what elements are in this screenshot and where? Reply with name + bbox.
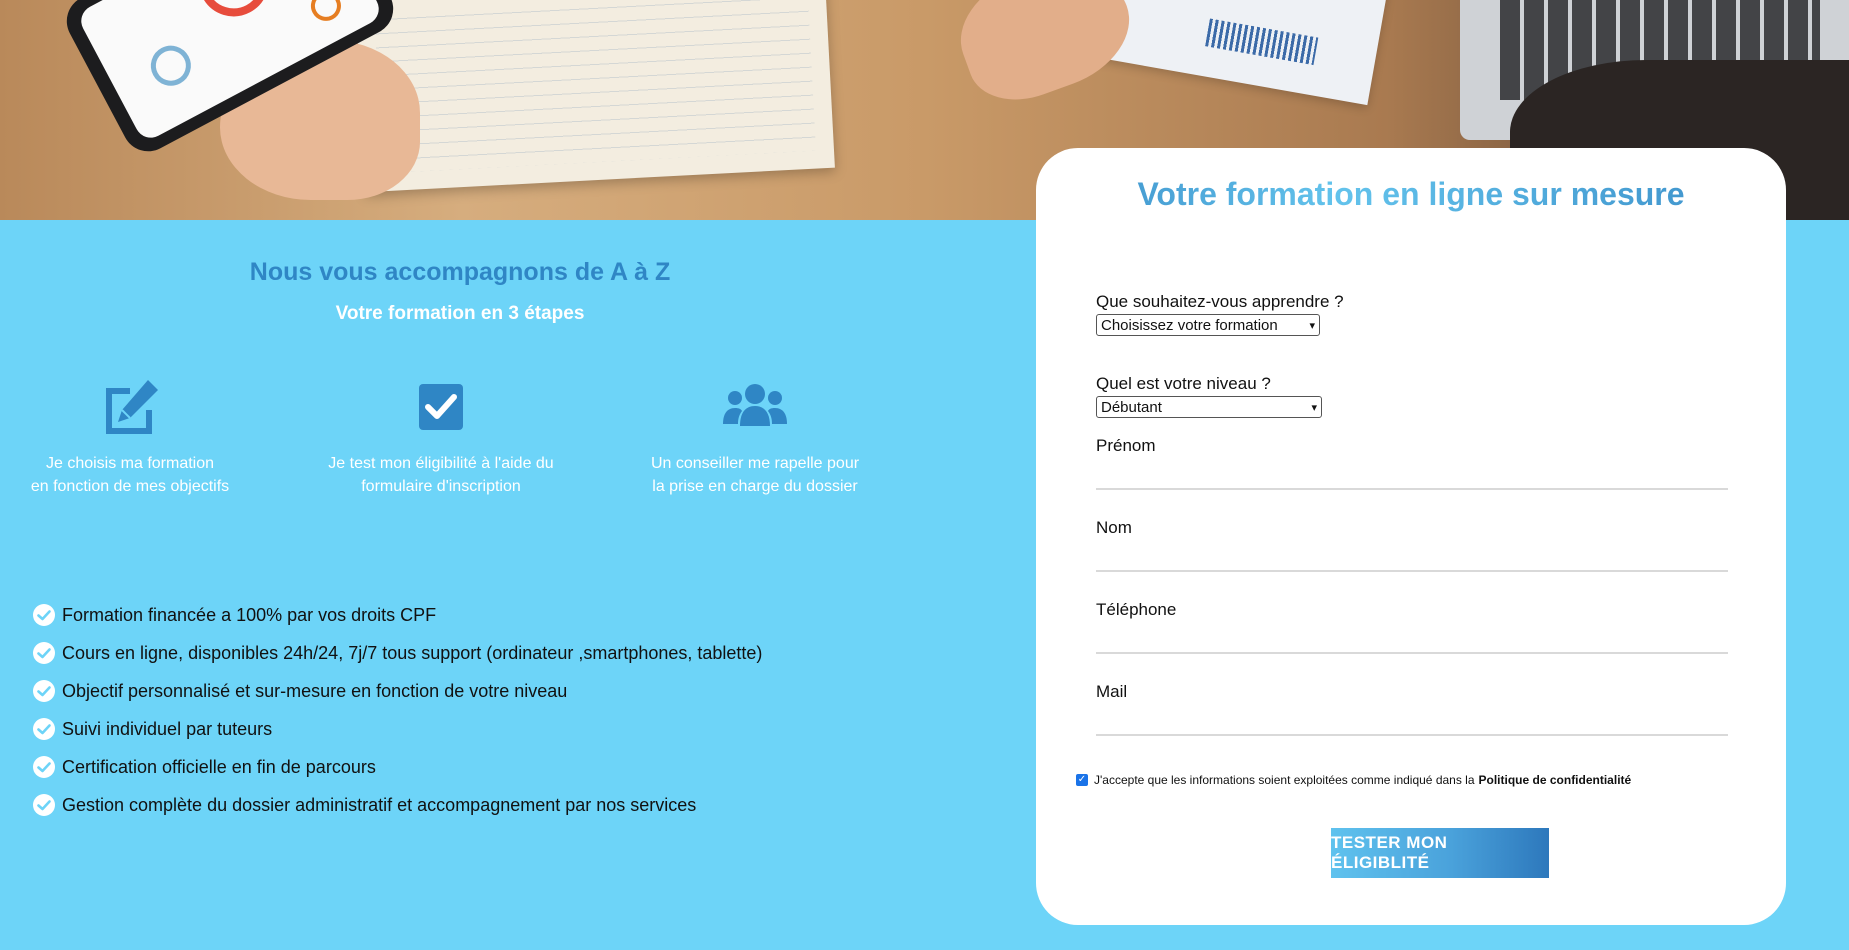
first-name-input[interactable] <box>1096 462 1728 490</box>
feature-text: Certification officielle en fin de parco… <box>62 756 376 777</box>
email-label: Mail <box>1096 682 1128 701</box>
consent-row: ✓ J'accepte que les informations soient … <box>1076 773 1631 787</box>
notebook-illustration <box>355 0 835 193</box>
check-circle-icon <box>33 604 55 626</box>
consent-text: J'accepte que les informations soient ex… <box>1094 773 1475 787</box>
level-label: Quel est votre niveau ? <box>1096 374 1271 393</box>
check-circle-icon <box>33 756 55 778</box>
feature-text: Cours en ligne, disponibles 24h/24, 7j/7… <box>62 642 763 663</box>
feature-text: Gestion complète du dossier administrati… <box>62 794 697 815</box>
check-circle-icon <box>33 642 55 664</box>
step-2-text: Je test mon éligibilité à l'aide du form… <box>328 455 554 495</box>
submit-button[interactable]: TESTER MON ÉLIGIBLITÉ <box>1331 828 1549 878</box>
step-1-text: Je choisis ma formation en fonction de m… <box>30 455 230 495</box>
features-list: Formation financée a 100% par vos droits… <box>32 596 762 824</box>
list-item: Cours en ligne, disponibles 24h/24, 7j/7… <box>32 634 762 672</box>
steps-subtitle: Votre formation en 3 étapes <box>335 303 585 324</box>
form-title: Votre formation en ligne sur mesure <box>1036 176 1786 213</box>
chevron-down-icon: ▾ <box>1309 319 1315 332</box>
level-select[interactable]: Débutant ▾ <box>1096 396 1322 418</box>
list-item: Formation financée a 100% par vos droits… <box>32 596 762 634</box>
list-item: Certification officielle en fin de parco… <box>32 748 762 786</box>
feature-text: Formation financée a 100% par vos droits… <box>62 604 437 625</box>
list-item: Suivi individuel par tuteurs <box>32 710 762 748</box>
chevron-down-icon: ▾ <box>1311 401 1317 414</box>
phone-label: Téléphone <box>1096 600 1177 619</box>
last-name-input[interactable] <box>1096 544 1728 572</box>
steps-title: Nous vous accompagnons de A à Z <box>249 258 671 286</box>
edit-icon <box>106 380 158 434</box>
signup-form-card: Votre formation en ligne sur mesure Que … <box>1036 148 1786 925</box>
list-item: Gestion complète du dossier administrati… <box>32 786 762 824</box>
users-icon <box>723 384 787 426</box>
check-circle-icon <box>33 794 55 816</box>
step-2: Je test mon éligibilité à l'aide du form… <box>311 378 571 498</box>
formation-label: Que souhaitez-vous apprendre ? <box>1096 292 1344 311</box>
email-input[interactable] <box>1096 708 1728 736</box>
step-3-text: Un conseiller me rapelle pour la prise e… <box>650 455 860 495</box>
step-3: Un conseiller me rapelle pour la prise e… <box>625 378 885 498</box>
check-circle-icon <box>33 718 55 740</box>
formation-select[interactable]: Choisissez votre formation ▾ <box>1096 314 1320 336</box>
level-select-value: Débutant <box>1101 398 1162 416</box>
consent-checkbox[interactable]: ✓ <box>1076 774 1088 786</box>
checkbox-icon <box>419 384 463 430</box>
last-name-label: Nom <box>1096 518 1132 537</box>
first-name-label: Prénom <box>1096 436 1156 455</box>
list-item: Objectif personnalisé et sur-mesure en f… <box>32 672 762 710</box>
privacy-policy-link[interactable]: Politique de confidentialité <box>1479 773 1632 787</box>
feature-text: Objectif personnalisé et sur-mesure en f… <box>62 680 568 701</box>
formation-select-value: Choisissez votre formation <box>1101 316 1278 334</box>
feature-text: Suivi individuel par tuteurs <box>62 718 273 739</box>
step-1: Je choisis ma formation en fonction de m… <box>0 378 260 498</box>
phone-input[interactable] <box>1096 626 1728 654</box>
check-circle-icon <box>33 680 55 702</box>
